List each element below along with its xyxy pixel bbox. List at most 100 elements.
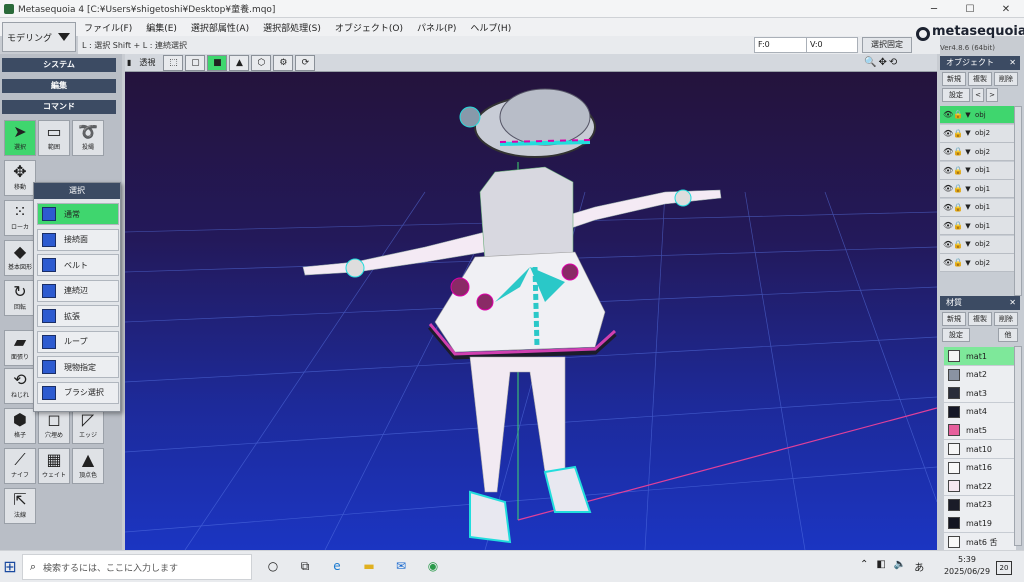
- lock-icon[interactable]: 🔒: [953, 110, 963, 119]
- object-row[interactable]: 👁 🔒 ▼ obj2: [940, 254, 1020, 272]
- material-row[interactable]: mat6 舌: [944, 533, 1016, 551]
- volume-icon[interactable]: 🔈: [894, 559, 906, 574]
- chevron-down-icon[interactable]: ▼: [963, 166, 973, 174]
- object-new-button[interactable]: 新規: [942, 72, 966, 86]
- tool-knife[interactable]: ⟋ ナイフ: [4, 448, 36, 484]
- material-row[interactable]: mat23: [944, 495, 1016, 514]
- select-mode-item[interactable]: 通常: [37, 203, 119, 225]
- edge-browser-icon[interactable]: e: [326, 555, 348, 577]
- clock[interactable]: 5:39 2025/06/29: [942, 554, 992, 578]
- settings-gear-icon[interactable]: ⚙: [273, 54, 294, 71]
- chevron-down-icon[interactable]: ▼: [963, 129, 973, 137]
- 3d-viewport[interactable]: [125, 72, 937, 550]
- chevron-down-icon[interactable]: ▼: [963, 148, 973, 156]
- object-settings-button[interactable]: 設定: [942, 88, 970, 102]
- mode-select[interactable]: モデリング: [2, 22, 76, 52]
- viewport-canvas[interactable]: [125, 72, 937, 550]
- tool-lattice[interactable]: ⬢ 格子: [4, 408, 36, 444]
- object-next-button[interactable]: >: [986, 88, 998, 102]
- windows-start-icon[interactable]: ⊞: [0, 551, 20, 582]
- object-scrollbar[interactable]: [1014, 106, 1022, 296]
- object-duplicate-button[interactable]: 複製: [968, 72, 992, 86]
- perspective-label[interactable]: 透視: [139, 57, 155, 68]
- material-scrollbar[interactable]: [1014, 346, 1022, 546]
- lock-icon[interactable]: 🔒: [953, 147, 963, 156]
- system-header[interactable]: システム: [2, 58, 116, 72]
- tool-face[interactable]: ▰ 面張り: [4, 330, 36, 366]
- lock-icon[interactable]: 🔒: [953, 258, 963, 267]
- viewport-nav-icons[interactable]: 🔍✥⟲: [864, 57, 899, 68]
- chevron-down-icon[interactable]: ▼: [963, 111, 973, 119]
- edit-header[interactable]: 編集: [2, 79, 116, 93]
- tool-edge[interactable]: ◸ エッジ: [72, 408, 104, 444]
- select-mode-item[interactable]: 連続辺: [37, 279, 119, 302]
- material-row[interactable]: mat16: [944, 458, 1016, 477]
- object-row[interactable]: 👁 🔒 ▼ obj1: [940, 217, 1020, 235]
- tool-vertex-color[interactable]: ▲ 頂点色: [72, 448, 104, 484]
- material-row[interactable]: mat22: [944, 477, 1016, 496]
- material-row[interactable]: mat5: [944, 421, 1016, 440]
- tool-arrow-cursor[interactable]: ➤ 選択: [4, 120, 36, 156]
- mail-icon[interactable]: ✉: [390, 555, 412, 577]
- eye-icon[interactable]: 👁: [943, 129, 953, 138]
- task-view-icon[interactable]: ⧉: [294, 555, 316, 577]
- eye-icon[interactable]: 👁: [943, 221, 953, 230]
- material-settings-button[interactable]: 設定: [942, 328, 970, 342]
- object-row[interactable]: 👁 🔒 ▼ obj2: [940, 235, 1020, 254]
- select-fix-button[interactable]: 選択固定: [862, 37, 912, 53]
- menu-object[interactable]: オブジェクト(O): [335, 21, 403, 34]
- view-wire-icon[interactable]: ⬚: [163, 54, 184, 71]
- tool-primitive[interactable]: ◆ 基本図形: [4, 240, 36, 276]
- menu-grip-icon[interactable]: ▮: [127, 58, 131, 67]
- close-icon[interactable]: ✕: [1009, 296, 1016, 310]
- maximize-button[interactable]: ☐: [952, 0, 988, 18]
- object-row[interactable]: 👁 🔒 ▼ obj2: [940, 124, 1020, 143]
- select-mode-item[interactable]: 現物指定: [37, 356, 119, 378]
- material-row[interactable]: mat1: [944, 347, 1016, 365]
- object-delete-button[interactable]: 削除: [994, 72, 1018, 86]
- chevron-down-icon[interactable]: ▼: [963, 240, 973, 248]
- eye-icon[interactable]: 👁: [943, 166, 953, 175]
- object-prev-button[interactable]: <: [972, 88, 984, 102]
- view-cube-icon[interactable]: ⬡: [251, 54, 272, 71]
- lock-icon[interactable]: 🔒: [953, 166, 963, 175]
- eye-icon[interactable]: 👁: [943, 110, 953, 119]
- material-row[interactable]: mat4: [944, 402, 1016, 421]
- tool-lasso[interactable]: ➰ 投縄: [72, 120, 104, 156]
- material-row[interactable]: mat19: [944, 514, 1016, 533]
- object-row[interactable]: 👁 🔒 ▼ obj1: [940, 161, 1020, 180]
- metasequoia-app-icon[interactable]: ◉: [422, 555, 444, 577]
- menu-help[interactable]: ヘルプ(H): [470, 21, 511, 34]
- material-row[interactable]: mat10: [944, 440, 1016, 458]
- object-row[interactable]: 👁 🔒 ▼ obj1: [940, 180, 1020, 198]
- tool-twist[interactable]: ⟲ ねじれ: [4, 368, 36, 404]
- eye-icon[interactable]: 👁: [943, 184, 953, 193]
- material-row[interactable]: mat3: [944, 384, 1016, 403]
- tool-move[interactable]: ✥ 移動: [4, 160, 36, 196]
- material-new-button[interactable]: 新規: [942, 312, 966, 326]
- chevron-down-icon[interactable]: ▼: [963, 185, 973, 193]
- close-button[interactable]: ✕: [988, 0, 1024, 18]
- lock-icon[interactable]: 🔒: [953, 240, 963, 249]
- chevron-down-icon[interactable]: ▼: [963, 259, 973, 267]
- material-duplicate-button[interactable]: 複製: [968, 312, 992, 326]
- file-explorer-icon[interactable]: ▬: [358, 555, 380, 577]
- network-icon[interactable]: ◧: [876, 559, 885, 574]
- object-row[interactable]: 👁 🔒 ▼ obj2: [940, 143, 1020, 161]
- tool-normal[interactable]: ⇱ 法線: [4, 488, 36, 524]
- view-frame-icon[interactable]: ▢: [185, 54, 206, 71]
- lock-icon[interactable]: 🔒: [953, 221, 963, 230]
- tool-fill-hole[interactable]: ◻ 穴埋め: [38, 408, 70, 444]
- eye-icon[interactable]: 👁: [943, 258, 953, 267]
- select-mode-item[interactable]: ブラシ選択: [37, 381, 119, 404]
- minimize-button[interactable]: ─: [916, 0, 952, 18]
- tool-local[interactable]: ⁙ ローカ: [4, 200, 36, 236]
- cortana-icon[interactable]: ○: [262, 555, 284, 577]
- select-mode-item[interactable]: ベルト: [37, 254, 119, 276]
- menu-selection-attr[interactable]: 選択部属性(A): [191, 21, 249, 34]
- view-perspective-icon[interactable]: ▲: [229, 54, 250, 71]
- eye-icon[interactable]: 👁: [943, 240, 953, 249]
- menu-panel[interactable]: パネル(P): [417, 21, 456, 34]
- select-mode-item[interactable]: 接続面: [37, 228, 119, 251]
- tool-rect-select[interactable]: ▭ 範囲: [38, 120, 70, 156]
